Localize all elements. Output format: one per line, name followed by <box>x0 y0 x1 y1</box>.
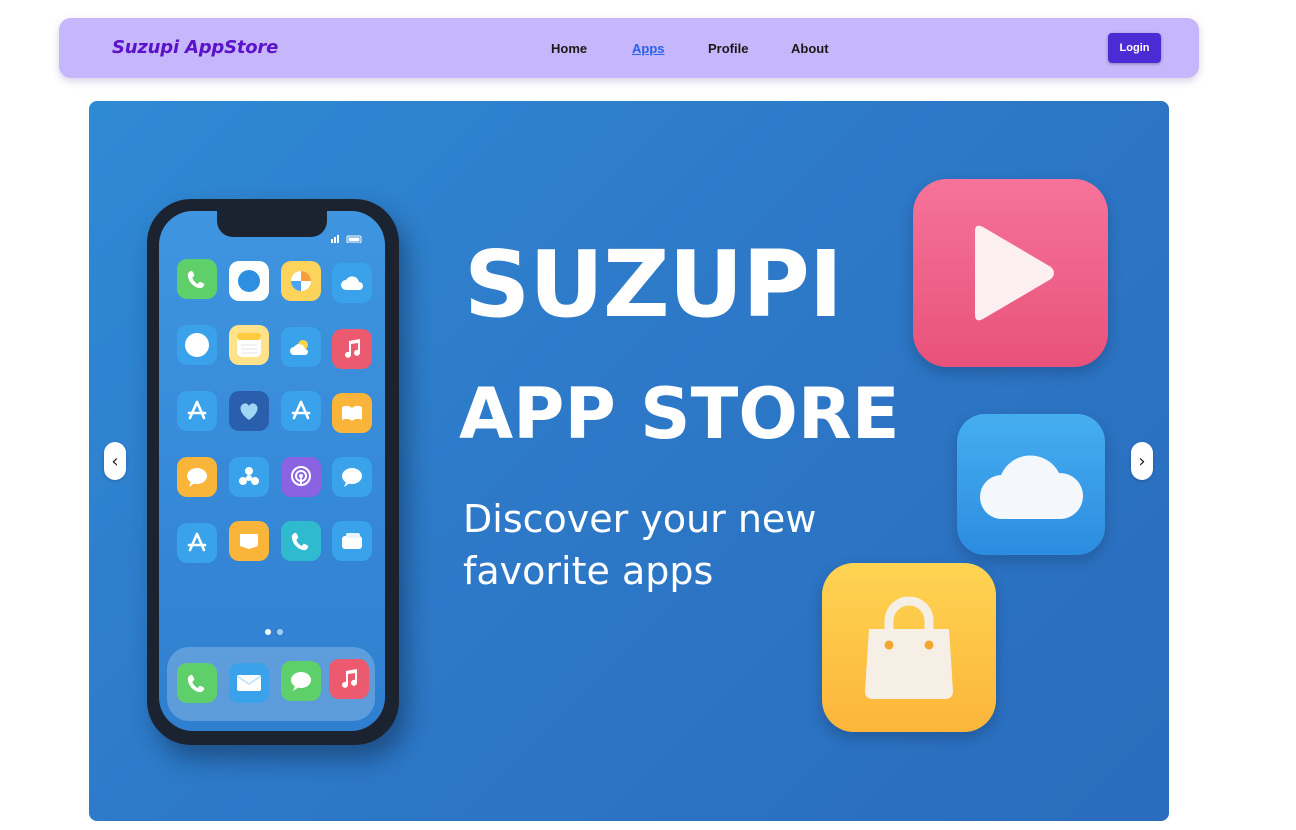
compass-icon <box>177 325 217 365</box>
nav-link-home[interactable]: Home <box>551 41 587 56</box>
camera-icon <box>229 261 269 301</box>
dock-music-icon <box>329 659 369 699</box>
status-bar-icons <box>331 235 362 243</box>
books-icon <box>229 521 269 561</box>
phone-screen <box>159 211 385 731</box>
page-dot-active <box>265 629 271 635</box>
phone-icon <box>177 259 217 299</box>
hero-banner-slide: SUZUPI APP STORE Discover your new favor… <box>89 101 1169 821</box>
notes-icon <box>229 325 269 365</box>
phone-illustration <box>147 199 399 745</box>
play-icon <box>913 179 1108 367</box>
dock-message-icon <box>281 661 321 701</box>
hero-title-line-1: SUZUPI <box>464 231 843 338</box>
music-icon <box>332 329 372 369</box>
hero-title-line-2: APP STORE <box>459 373 900 455</box>
phone-notch <box>217 211 327 237</box>
nav-link-apps[interactable]: Apps <box>632 41 665 56</box>
weather-icon <box>281 327 321 367</box>
fan-icon <box>229 457 269 497</box>
mail-icon <box>229 663 269 703</box>
photos-icon <box>281 261 321 301</box>
wallet-icon <box>332 521 372 561</box>
carousel-prev-button[interactable]: ‹ <box>104 442 126 480</box>
dock-phone-icon <box>177 663 217 703</box>
app-store-icon-small <box>177 523 217 563</box>
app-store-icon-alt <box>281 391 321 431</box>
hero-subtitle: Discover your new favorite apps <box>463 497 817 593</box>
heart-icon <box>229 391 269 431</box>
login-button[interactable]: Login <box>1108 33 1161 63</box>
carousel-next-button[interactable]: › <box>1131 442 1153 480</box>
app-store-icon <box>177 391 217 431</box>
shopping-bag-icon <box>822 563 996 732</box>
message-icon <box>177 457 217 497</box>
chat-icon <box>332 457 372 497</box>
cloud-icon-large <box>957 414 1105 555</box>
page-dot <box>277 629 283 635</box>
nav-link-profile[interactable]: Profile <box>708 41 748 56</box>
nav-link-about[interactable]: About <box>791 41 829 56</box>
nav-links: Home Apps Profile About <box>59 18 1199 78</box>
book-icon <box>332 393 372 433</box>
phone-dock <box>167 647 375 721</box>
cloud-icon <box>332 263 372 303</box>
navbar: Suzupi AppStore Home Apps Profile About … <box>59 18 1199 78</box>
facetime-icon <box>281 521 321 561</box>
podcast-icon <box>281 457 321 497</box>
